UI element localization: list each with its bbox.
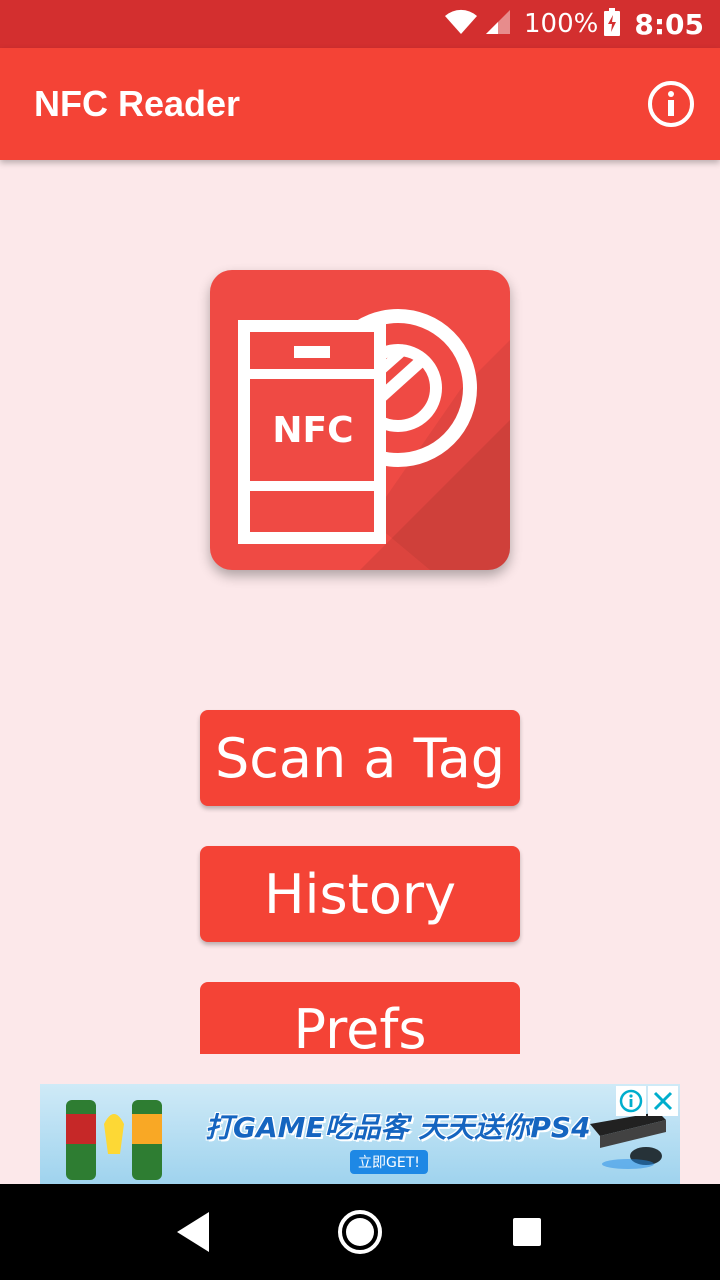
recents-icon xyxy=(512,1218,541,1246)
app-logo: NFC xyxy=(210,270,510,570)
ad-banner[interactable]: 打GAME吃品客 天天送你PS4 立即GET! xyxy=(40,1084,680,1184)
recents-button[interactable] xyxy=(497,1202,557,1262)
status-icons: 100% 8:05 xyxy=(444,8,704,41)
info-icon xyxy=(648,81,694,127)
ad-cta-button[interactable]: 立即GET! xyxy=(350,1150,428,1174)
back-button[interactable] xyxy=(163,1202,223,1262)
app-title: NFC Reader xyxy=(34,83,241,124)
home-button[interactable] xyxy=(330,1202,390,1262)
info-button[interactable] xyxy=(646,79,696,129)
home-icon xyxy=(337,1210,382,1254)
ad-close-icon[interactable] xyxy=(648,1086,678,1116)
prefs-button[interactable]: Prefs xyxy=(200,982,520,1061)
back-icon xyxy=(177,1212,210,1252)
signal-icon xyxy=(484,8,512,40)
wifi-icon xyxy=(444,8,478,40)
logo-label: NFC xyxy=(272,410,354,451)
app-bar: NFC Reader xyxy=(0,48,720,160)
console-image xyxy=(590,1112,666,1169)
status-time: 8:05 xyxy=(634,7,704,41)
scan-tag-button[interactable]: Scan a Tag xyxy=(200,710,520,806)
navigation-bar xyxy=(0,1184,720,1280)
battery-charging-icon xyxy=(604,8,621,40)
battery-percent: 100% xyxy=(524,9,599,39)
snack-can-image xyxy=(66,1100,162,1180)
history-button[interactable]: History xyxy=(200,846,520,942)
status-bar: 100% 8:05 xyxy=(0,0,720,48)
ad-info-icon[interactable] xyxy=(616,1086,646,1116)
ad-headline: 打GAME吃品客 天天送你PS4 xyxy=(205,1111,591,1144)
